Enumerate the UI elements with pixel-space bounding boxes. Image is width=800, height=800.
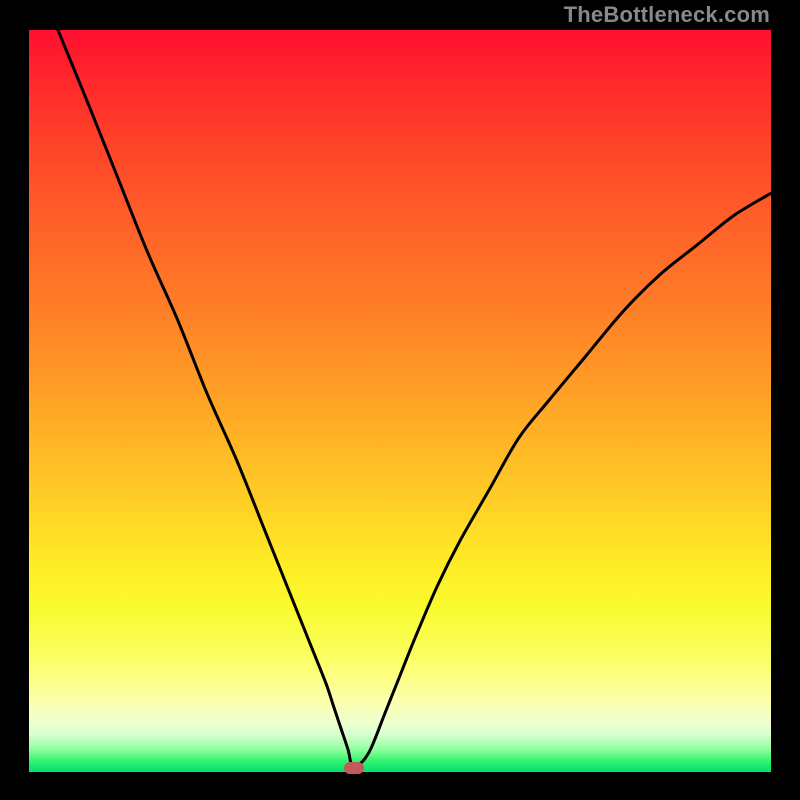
watermark-text: TheBottleneck.com <box>564 2 770 28</box>
minimum-marker <box>344 762 364 774</box>
chart-frame: TheBottleneck.com <box>0 0 800 800</box>
plot-area <box>29 30 771 772</box>
curve-svg <box>29 30 771 772</box>
bottleneck-curve <box>58 30 771 766</box>
